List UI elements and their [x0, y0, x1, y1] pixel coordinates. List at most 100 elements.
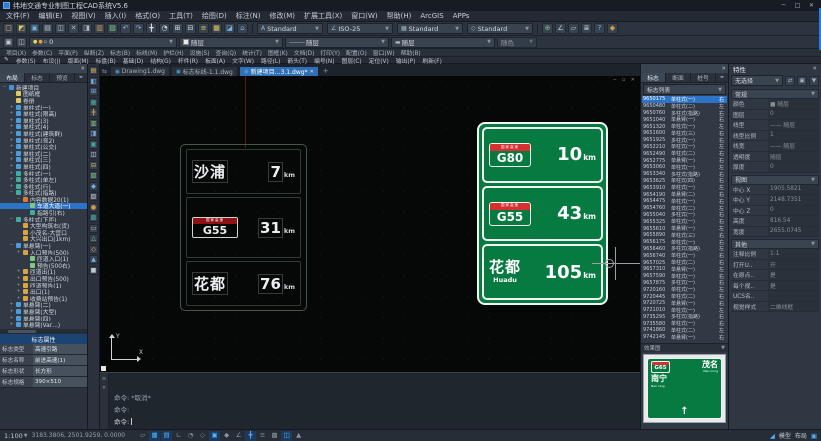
table-style-combo[interactable]: ▦ Standard ▼: [397, 23, 463, 34]
sign-list-row[interactable]: 9741860 单柱式(二) 左: [642, 327, 727, 334]
sign-list-row[interactable]: 9742145 单悬臂(一) 右: [642, 334, 727, 341]
tree-item[interactable]: 车道大道(一): [0, 203, 87, 210]
tree-item[interactable]: − 内容数据20(1): [0, 196, 87, 203]
tree-expander-icon[interactable]: +: [9, 124, 14, 129]
measure-icon[interactable]: ∠: [555, 23, 566, 34]
panel-close-icon[interactable]: ✕: [812, 66, 817, 72]
grid-tool-icon[interactable]: ◇: [89, 245, 98, 254]
pan-icon[interactable]: ╋: [146, 23, 157, 34]
tree-item[interactable]: − 多柱式(下匝): [0, 216, 87, 223]
dimension-tool-icon[interactable]: ▣: [89, 140, 98, 149]
property-value[interactable]: 二维线框: [768, 302, 819, 312]
sign-list-row[interactable]: 9650480 单柱式(二) 左: [642, 103, 727, 110]
sign-list-row[interactable]: 9651040 单悬臂(一) 右: [642, 116, 727, 123]
move-tool-icon[interactable]: ●: [89, 203, 98, 212]
mleader-style-combo[interactable]: ◇ Standard ▼: [467, 23, 533, 34]
drawing-window-controls[interactable]: ─ ▫ ✕: [613, 77, 637, 83]
property-value[interactable]: [768, 291, 819, 301]
layer-isolate-icon[interactable]: ◫: [16, 37, 27, 48]
print-icon[interactable]: ▤: [42, 23, 53, 34]
tree-expander-icon[interactable]: +: [9, 144, 14, 149]
tree-item[interactable]: + 单柱式(弯2): [0, 137, 87, 144]
new-tab-icon[interactable]: +: [323, 67, 329, 75]
tree-item[interactable]: + 单柱式(4): [0, 124, 87, 131]
layer-list-icon[interactable]: ≡: [198, 23, 209, 34]
sign-row-g80[interactable]: 国家高速 G80 10km: [482, 127, 603, 183]
tree-expander-icon[interactable]: +: [9, 171, 14, 176]
command-tools-icon[interactable]: ✕: [102, 385, 106, 391]
sign-list-row[interactable]: 9735295 多柱式(指路) 右: [642, 314, 727, 321]
panel-close-icon[interactable]: ✕: [80, 66, 85, 72]
list-tab[interactable]: 标志: [641, 73, 666, 82]
tree-tab[interactable]: 布局: [0, 73, 25, 82]
sign-list-row[interactable]: 9735580 单柱式(一) 右: [642, 320, 727, 327]
render-icon[interactable]: ◆: [607, 23, 618, 34]
tree-tab[interactable]: 预览: [50, 73, 75, 82]
property-value[interactable]: —— 随层: [768, 120, 819, 130]
tree-expander-icon[interactable]: +: [9, 111, 14, 116]
osnap-3d-toggle[interactable]: ◆: [221, 431, 232, 441]
sign-list-row[interactable]: 9653060 单柱式(一) 左: [642, 164, 727, 171]
property-value[interactable]: 1:1: [768, 249, 819, 259]
drawing-canvas[interactable]: ─ ▫ ✕ 沙浦 7km 国家高速 G55 31km: [100, 76, 640, 372]
tree-item[interactable]: + 单柱式(公交): [0, 143, 87, 150]
sign-list-row[interactable]: 9650760 多柱式(指路) 右: [642, 110, 727, 117]
attr-value[interactable]: 长方形: [33, 366, 87, 376]
sign-list-row[interactable]: 9651320 单柱式(一) 左: [642, 123, 727, 130]
menu-item[interactable]: 编辑(E): [39, 11, 63, 21]
tree-item[interactable]: 预告(500右): [0, 262, 87, 269]
zoom-window-icon[interactable]: ⊞: [172, 23, 183, 34]
tree-expander-icon[interactable]: +: [9, 151, 14, 156]
tree-item[interactable]: + 出口预告(500): [0, 275, 87, 282]
infer-constraints-toggle[interactable]: ▱: [137, 431, 148, 441]
property-value[interactable]: 1905.5821: [768, 185, 819, 195]
sign-list-row[interactable]: 9657875 多柱式(一) 右: [642, 280, 727, 287]
table-tool-icon[interactable]: ◨: [89, 129, 98, 138]
drawing-tab[interactable]: ▣ Drawing1.dwg ✕: [110, 66, 170, 76]
menu-item[interactable]: 标注(N): [236, 11, 261, 21]
tree-expander-icon[interactable]: −: [9, 217, 14, 222]
tree-expander-icon[interactable]: +: [9, 138, 14, 143]
property-value[interactable]: 2655.0745: [768, 227, 819, 237]
tree-item[interactable]: 卷册: [0, 97, 87, 104]
sign-list-row[interactable]: 9650175 单柱式(一) 右: [642, 96, 727, 103]
snap-toggle[interactable]: ▦: [149, 431, 160, 441]
sign-list-row[interactable]: 9657025 单柱式(二) 右: [642, 259, 727, 266]
sign-list-row[interactable]: 9651600 单柱式(三) 右: [642, 130, 727, 137]
isodraft-toggle[interactable]: ◇: [197, 431, 208, 441]
property-value[interactable]: 是: [768, 281, 819, 291]
panel-layout-icon[interactable]: ⊞: [89, 87, 98, 96]
color-combo[interactable]: 随层 ▼: [179, 37, 283, 48]
sign-row-huadu[interactable]: 花都 Huadu 105km: [482, 244, 603, 300]
tree-expander-icon[interactable]: +: [16, 276, 21, 281]
tree-item[interactable]: 指路引(右): [0, 209, 87, 216]
tree-item[interactable]: + 匝道预告(1): [0, 282, 87, 289]
pickadd-toggle-icon[interactable]: ⇄: [785, 76, 795, 86]
section-general[interactable]: 常规 ▼: [731, 89, 819, 99]
sign-list-row[interactable]: 9657590 单柱式(一) 右: [642, 273, 727, 280]
layer-on-icon[interactable]: ●: [33, 39, 37, 45]
layer-lock-icon[interactable]: ▫: [44, 39, 47, 45]
sign-list-row[interactable]: 9654475 单柱式(一) 右: [642, 198, 727, 205]
tab-scroll-arrows[interactable]: ◂▸: [75, 73, 87, 82]
sign-list-row[interactable]: 9720725 单悬臂(一) 右: [642, 300, 727, 307]
minimize-icon[interactable]: ─: [777, 1, 790, 11]
menu-item[interactable]: ArcGIS: [420, 12, 443, 20]
zoom-tool-icon[interactable]: ▨: [89, 192, 98, 201]
tree-item[interactable]: + 单柱式(二): [0, 150, 87, 157]
linetype-combo[interactable]: ——— 随层 ▼: [285, 37, 389, 48]
sign-list-row[interactable]: 9655890 单柱式(三) 右: [642, 232, 727, 239]
properties-palette-icon[interactable]: ◪: [224, 23, 235, 34]
sign-rendered-green[interactable]: 国家高速 G80 10km 国家高速 G55 43km: [477, 122, 608, 305]
plot-preview-icon[interactable]: ◫: [55, 23, 66, 34]
sign-list-row[interactable]: 9654760 单柱式(二) 左: [642, 205, 727, 212]
rotate-tool-icon[interactable]: ▩: [89, 213, 98, 222]
quick-select-icon[interactable]: ▼: [809, 76, 819, 86]
tree-expander-icon[interactable]: +: [9, 184, 14, 189]
annotation-scale-toggle[interactable]: ▲: [293, 431, 304, 441]
tree-item[interactable]: + 多柱式(行): [0, 183, 87, 190]
tree-item[interactable]: + 单悬臂(大型): [0, 308, 87, 315]
tree-item[interactable]: + 单柱式(三): [0, 157, 87, 164]
tree-item[interactable]: − 单悬臂(一): [0, 242, 87, 249]
command-history-icon[interactable]: ≡: [102, 376, 106, 382]
